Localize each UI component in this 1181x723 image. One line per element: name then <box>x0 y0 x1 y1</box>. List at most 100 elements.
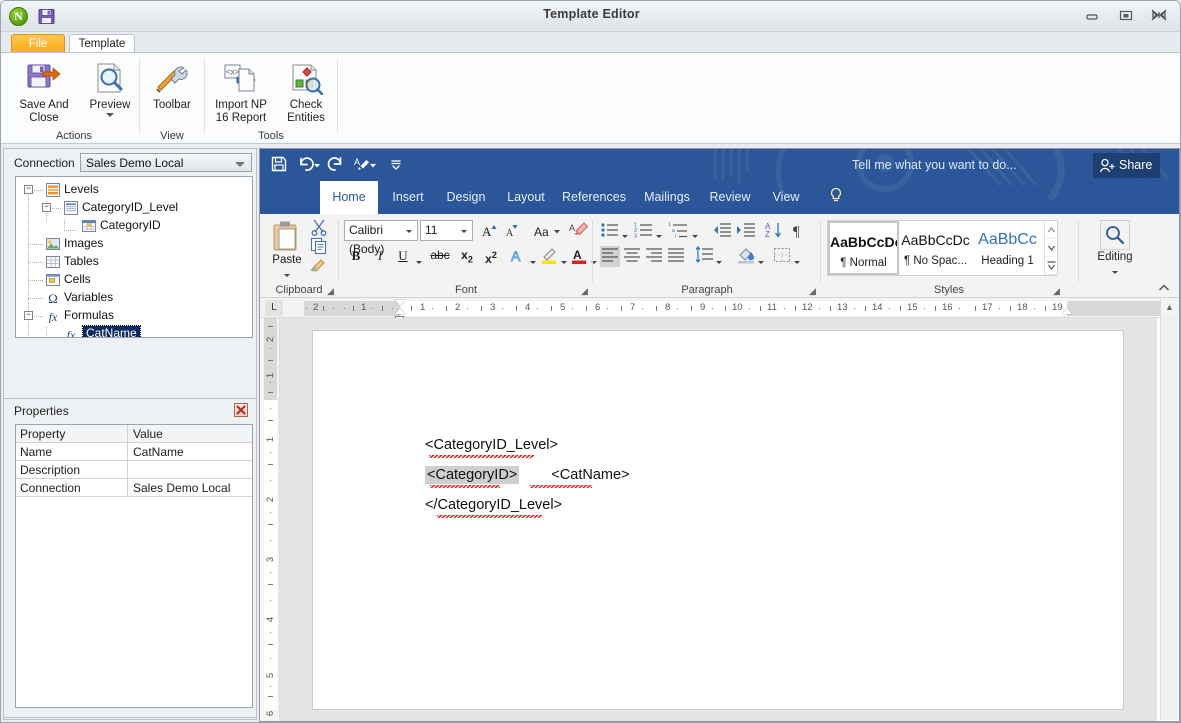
shrink-font-button[interactable]: A <box>502 221 522 243</box>
styles-dialog-launcher[interactable]: ◢ <box>1053 286 1062 296</box>
styles-scrollbar[interactable] <box>1044 221 1058 275</box>
superscript-button[interactable]: x2 <box>480 246 502 266</box>
style-item-heading-1[interactable]: AaBbCc Heading 1 <box>972 221 1043 275</box>
style-item-normal[interactable]: AaBbCcDc ¶ Normal <box>828 221 899 275</box>
font-name-combo[interactable]: Calibri (Body) <box>344 220 418 256</box>
tab-insert[interactable]: Insert <box>382 181 434 214</box>
styles-scroll-down-button[interactable] <box>1045 239 1058 257</box>
check-entities-button[interactable]: Check Entities <box>278 57 334 125</box>
first-line-indent-marker[interactable] <box>395 300 405 306</box>
right-indent-marker[interactable] <box>1062 308 1072 314</box>
numbering-button[interactable]: 123 <box>634 221 654 242</box>
import-np-16-report-button[interactable]: <x> Import NP 16 Report <box>208 57 274 125</box>
property-row-connection[interactable]: Connection Sales Demo Local <box>16 479 252 497</box>
preview-button[interactable]: Preview <box>81 57 139 117</box>
close-button[interactable] <box>1146 7 1172 25</box>
clear-formatting-button[interactable]: A <box>568 220 590 243</box>
bullets-button[interactable] <box>600 221 620 242</box>
preview-dropdown-caret[interactable] <box>106 113 114 117</box>
format-painter-icon[interactable]: A <box>352 155 376 176</box>
bullets-dropdown[interactable] <box>622 227 628 241</box>
tab-stop-selector[interactable]: L <box>265 300 283 316</box>
tell-me-box[interactable]: Tell me what you want to do... <box>852 149 1017 182</box>
editing-button[interactable]: Editing <box>1090 220 1140 277</box>
font-name-caret[interactable] <box>406 230 412 233</box>
text-effects-button[interactable]: A <box>508 246 528 268</box>
undo-icon[interactable] <box>298 155 320 176</box>
paste-button[interactable]: Paste <box>266 219 308 277</box>
font-size-combo[interactable]: 11 <box>420 220 473 241</box>
strikethrough-button[interactable]: abc <box>428 246 452 265</box>
numbering-dropdown[interactable] <box>656 227 662 241</box>
increase-indent-button[interactable] <box>736 221 756 242</box>
font-color-button[interactable]: A <box>570 246 590 268</box>
justify-button[interactable] <box>666 246 686 267</box>
tab-mailings[interactable]: Mailings <box>636 181 698 214</box>
shading-button[interactable] <box>736 246 756 267</box>
tab-view[interactable]: View <box>764 181 808 214</box>
font-dialog-launcher[interactable]: ◢ <box>581 286 590 296</box>
change-case-button[interactable]: Aa <box>532 221 562 243</box>
show-formatting-marks-button[interactable]: ¶ <box>790 221 808 242</box>
style-item-no-spacing[interactable]: AaBbCcDc ¶ No Spac... <box>900 221 971 275</box>
borders-dropdown[interactable] <box>794 253 800 267</box>
editing-dropdown-caret[interactable] <box>1112 271 1118 274</box>
text-effects-dropdown[interactable] <box>530 253 536 267</box>
grow-font-button[interactable]: A <box>479 221 499 243</box>
redo-icon[interactable] <box>326 155 344 176</box>
tree-expander-levels[interactable]: − <box>24 185 33 194</box>
document-line-1[interactable]: <CategoryID_Level> <box>425 437 558 458</box>
tree-expander-categoryid-level[interactable]: − <box>42 203 51 212</box>
font-size-caret[interactable] <box>461 230 467 233</box>
connection-dropdown[interactable]: Sales Demo Local <box>80 153 252 172</box>
copy-button[interactable] <box>310 237 328 258</box>
tab-design[interactable]: Design <box>438 181 494 214</box>
tab-home[interactable]: Home <box>320 181 378 214</box>
document-canvas[interactable]: <CategoryID_Level> <CategoryID> <CatName… <box>280 318 1157 721</box>
align-left-button[interactable] <box>600 246 620 267</box>
format-painter-button[interactable] <box>309 256 330 275</box>
underline-button[interactable]: U <box>393 246 413 265</box>
property-row-description[interactable]: Description <box>16 461 252 479</box>
underline-dropdown[interactable] <box>416 253 422 267</box>
borders-button[interactable] <box>772 246 792 267</box>
shading-dropdown[interactable] <box>758 253 764 267</box>
subscript-button[interactable]: x2 <box>456 246 478 265</box>
property-value[interactable] <box>129 461 252 479</box>
close-icon[interactable] <box>234 403 248 417</box>
clipboard-dialog-launcher[interactable]: ◢ <box>327 286 336 296</box>
line-spacing-button[interactable] <box>694 246 714 267</box>
sort-button[interactable]: AZ <box>764 221 784 242</box>
save-icon[interactable] <box>270 155 288 176</box>
paragraph-dialog-launcher[interactable]: ◢ <box>809 286 818 296</box>
scroll-up-button[interactable]: ▲ <box>1161 298 1178 316</box>
properties-grid[interactable]: Property Value Name CatName Description … <box>15 424 253 708</box>
document-page[interactable]: <CategoryID_Level> <CategoryID> <CatName… <box>312 330 1124 710</box>
vertical-ruler[interactable]: 2 1 1 2 3 4 5 6 <box>261 318 280 721</box>
property-value[interactable]: Sales Demo Local <box>129 479 252 497</box>
align-center-button[interactable] <box>622 246 642 267</box>
document-line-2[interactable]: <CategoryID> <CatName> <box>425 466 630 488</box>
tab-layout[interactable]: Layout <box>500 181 552 214</box>
align-right-button[interactable] <box>644 246 664 267</box>
customize-qat-icon[interactable] <box>390 155 402 176</box>
property-row-name[interactable]: Name CatName <box>16 443 252 461</box>
ruler-track[interactable]: 2 1 1 2 3 4 5 6 7 8 9 10 11 12 13 14 15 … <box>304 300 1173 323</box>
tree-expander-formulas[interactable]: − <box>24 311 33 320</box>
paste-dropdown-caret[interactable] <box>284 274 290 277</box>
styles-scroll-up-button[interactable] <box>1045 221 1058 239</box>
property-value[interactable]: CatName <box>129 443 252 461</box>
tab-references[interactable]: References <box>558 181 630 214</box>
multilevel-list-dropdown[interactable] <box>692 227 698 241</box>
cut-button[interactable] <box>310 218 328 239</box>
highlight-button[interactable] <box>540 246 560 268</box>
tab-review[interactable]: Review <box>704 181 756 214</box>
template-tag-catname[interactable]: <CatName> <box>551 467 629 483</box>
styles-more-button[interactable] <box>1045 257 1058 275</box>
toolbar-button[interactable]: Toolbar <box>143 57 201 112</box>
multilevel-list-button[interactable]: 1ai <box>668 221 690 242</box>
hanging-indent-marker[interactable] <box>395 308 405 314</box>
horizontal-ruler[interactable]: L 2 1 1 2 3 4 5 6 7 8 9 10 11 12 13 14 1… <box>260 298 1179 323</box>
bold-button[interactable]: B <box>346 246 366 265</box>
line-spacing-dropdown[interactable] <box>716 253 722 267</box>
